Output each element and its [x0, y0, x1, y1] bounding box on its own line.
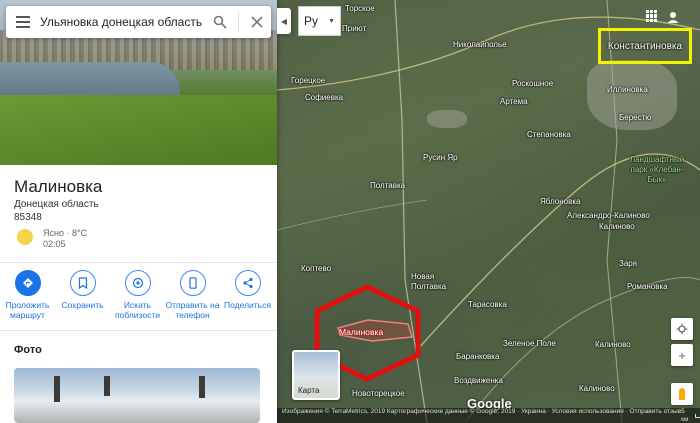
send-to-phone-label: Отправить на телефон [165, 300, 220, 320]
photo-tree [104, 376, 110, 396]
map-label: Романовка [627, 282, 668, 291]
map-label-park: Ландшафтный парк «Клебан-Бык» [629, 155, 685, 184]
photos-heading: Фото [14, 344, 42, 356]
share-label: Поделиться [224, 300, 271, 310]
save-button[interactable]: Сохранить [55, 270, 110, 324]
map-label: Иллиновка [607, 85, 648, 94]
place-panel: Ульяновка донецкая область Малиновка Дон… [0, 0, 277, 423]
layer-toggle-label: Карта [298, 386, 320, 395]
weather-info: Ясно · 8°C 02:05 [43, 228, 87, 250]
search-box[interactable]: Ульяновка донецкая область [6, 6, 271, 38]
map-label: Яблоновка [540, 197, 581, 206]
map-label: Тарасовка [468, 300, 507, 309]
weather-condition: Ясно · 8°C [43, 228, 88, 238]
map-label: Калиново [579, 384, 615, 393]
photo-tree [199, 376, 205, 398]
weather-time: 02:05 [43, 239, 66, 249]
map-label: Калиново [595, 340, 631, 349]
map-attribution-bar: Изображения © TerraMetrics, 2019 Картогр… [277, 408, 700, 423]
map-label: Русин Яр [423, 153, 458, 162]
hero-grass [0, 95, 277, 165]
directions-label: Проложить маршрут [5, 300, 50, 320]
map-label: Артема [500, 97, 528, 106]
search-icon[interactable] [206, 6, 234, 38]
map-label: Горецкое [291, 76, 326, 85]
chevron-down-icon: ▼ [328, 17, 335, 25]
share-icon [234, 270, 261, 296]
map-label: Роскошное [512, 79, 554, 88]
place-region: Донецкая область [14, 199, 99, 210]
language-select[interactable]: Ру ▼ [298, 6, 341, 36]
send-to-phone-button[interactable]: Отправить на телефон [165, 270, 220, 324]
nearby-icon [124, 270, 151, 296]
bookmark-icon [69, 270, 96, 296]
top-right-controls [646, 10, 680, 24]
map-label: Берестю [619, 113, 652, 122]
map-scale[interactable]: 5 км [681, 408, 700, 423]
map-label: Зеленое Поле [503, 339, 556, 348]
highlighted-city-label: Константиновка [607, 40, 683, 52]
scale-bar [694, 414, 700, 418]
highlight-box-konstantinovka: Константиновка [598, 28, 692, 64]
map-label: Новоторецкое [352, 389, 405, 398]
divider [0, 330, 277, 331]
directions-button[interactable]: Проложить маршрут [0, 270, 55, 324]
attribution-text[interactable]: Изображения © TerraMetrics, 2019 Картогр… [282, 408, 681, 416]
scale-label: 5 км [681, 408, 689, 423]
map-label: Торское [345, 4, 375, 13]
map-label: Николайполье [453, 40, 507, 49]
search-input[interactable]: Ульяновка донецкая область [40, 15, 206, 29]
map-label: Софиевка [305, 93, 344, 102]
save-label: Сохранить [61, 300, 104, 310]
sun-icon [17, 229, 33, 245]
nearby-label: Искать поблизости [115, 300, 160, 320]
village-area [427, 110, 467, 128]
zoom-controls: + [671, 318, 693, 366]
photo-thumbnail[interactable] [14, 368, 260, 423]
language-value: Ру [304, 14, 319, 28]
map-label: Александро-Калиново [567, 211, 650, 220]
menu-icon[interactable] [6, 6, 40, 38]
search-separator [238, 12, 239, 32]
map-layer-toggle[interactable]: Карта [292, 350, 340, 400]
map-label: Заря [619, 259, 637, 268]
map-label: Коптево [301, 264, 332, 273]
action-bar: Проложить маршрут Сохранить Искать побли… [0, 270, 277, 324]
nearby-button[interactable]: Искать поблизости [110, 270, 165, 324]
place-postal-code: 85348 [14, 212, 42, 223]
my-location-button[interactable] [671, 318, 693, 340]
account-icon[interactable] [666, 10, 680, 24]
apps-grid-icon[interactable] [646, 10, 658, 22]
divider [0, 262, 277, 263]
map-label: Калиново [599, 222, 635, 231]
map-label: Полтавка [370, 181, 406, 190]
place-title: Малиновка [14, 177, 103, 196]
pegman-icon[interactable] [671, 383, 693, 405]
map-label: Приют [342, 24, 367, 33]
map-label: Баранковка [456, 352, 500, 361]
directions-icon [14, 270, 41, 296]
close-icon[interactable] [243, 6, 271, 38]
map-label: Степановка [527, 130, 571, 139]
collapse-panel-button[interactable]: ◀ [277, 8, 291, 34]
selected-place-marker-label: Малиновка [339, 327, 384, 337]
photo-tree [54, 376, 60, 402]
phone-icon [179, 270, 206, 296]
share-button[interactable]: Поделиться [220, 270, 275, 324]
zoom-in-button[interactable]: + [671, 344, 693, 366]
map-label: Воздвиженка [454, 376, 503, 385]
